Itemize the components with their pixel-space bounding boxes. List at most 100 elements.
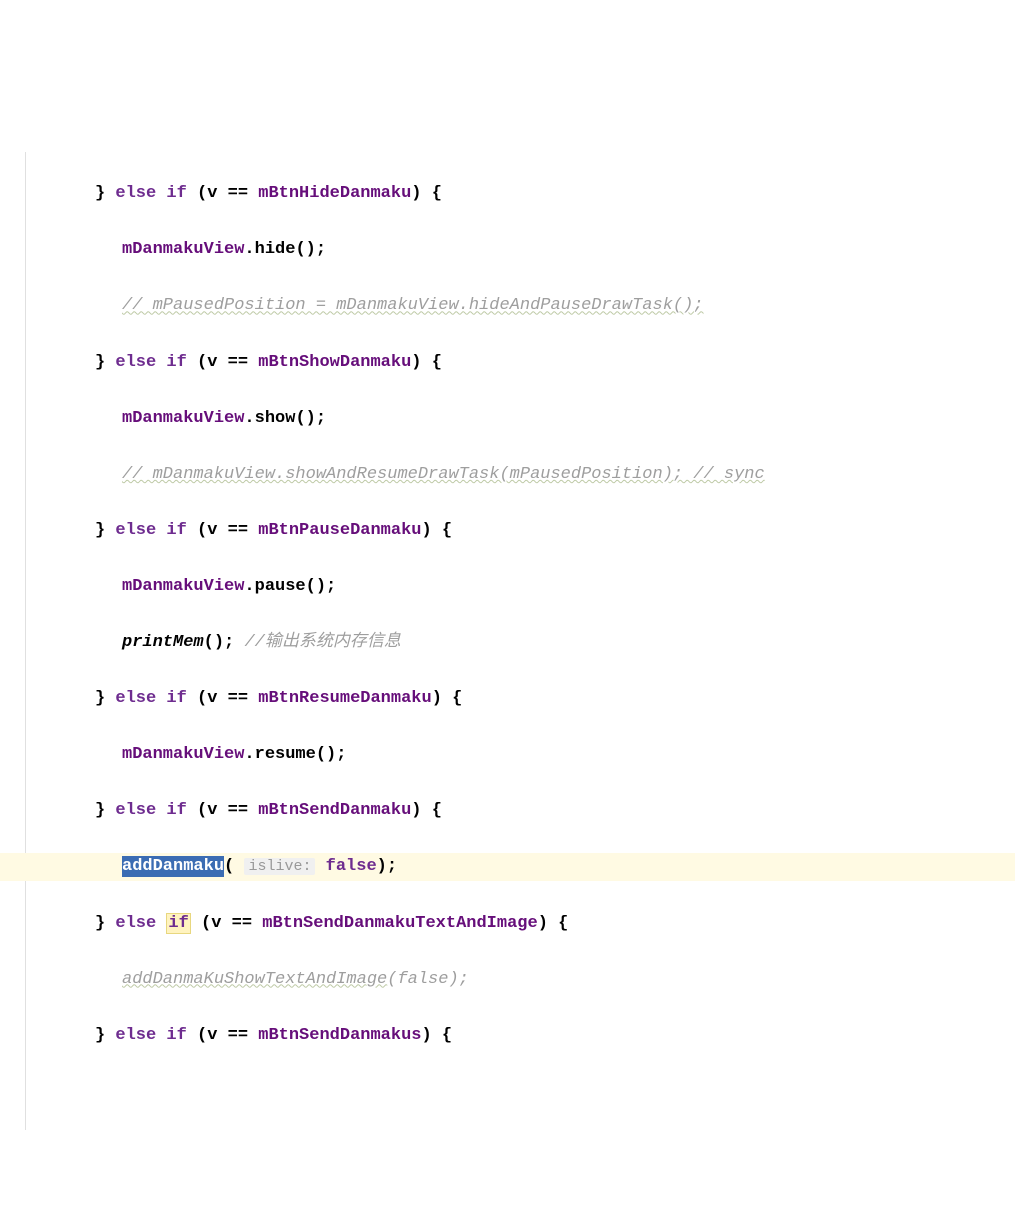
method-pause: pause: [255, 577, 306, 596]
paren-close: ): [316, 577, 326, 596]
field-mBtnPauseDanmaku: mBtnPauseDanmaku: [258, 521, 421, 540]
dot: .: [244, 409, 254, 428]
var-v: v: [211, 914, 221, 933]
dot: .: [244, 240, 254, 259]
keyword-else: else: [115, 914, 156, 933]
code-line[interactable]: mDanmakuView.hide();: [0, 236, 1015, 264]
brace-open: {: [432, 801, 442, 820]
brace-open: {: [558, 914, 568, 933]
var-v: v: [207, 184, 217, 203]
keyword-else: else: [115, 801, 156, 820]
brace-close: }: [95, 353, 105, 372]
arg-false: false: [397, 970, 448, 989]
field-mDanmakuView: mDanmakuView: [122, 409, 244, 428]
paren-close: ): [377, 857, 387, 876]
field-mDanmakuView: mDanmakuView: [122, 240, 244, 259]
op-eq: ==: [228, 521, 248, 540]
comment: // mDanmakuView.showAndResumeDrawTask(mP…: [122, 465, 765, 484]
method-show: show: [255, 409, 296, 428]
paren-close: ): [421, 521, 431, 540]
keyword-if: if: [166, 801, 186, 820]
brace-open: {: [432, 353, 442, 372]
dot: .: [244, 577, 254, 596]
code-line[interactable]: } else if (v == mBtnPauseDanmaku) {: [0, 517, 1015, 545]
semicolon: ;: [459, 970, 469, 989]
op-eq: ==: [228, 1026, 248, 1045]
keyword-if: if: [166, 1026, 186, 1045]
paren-open: (: [201, 914, 211, 933]
code-line[interactable]: } else if (v == mBtnSendDanmaku) {: [0, 797, 1015, 825]
op-eq: ==: [228, 689, 248, 708]
code-line[interactable]: // mPausedPosition = mDanmakuView.hideAn…: [0, 292, 1015, 320]
brace-close: }: [95, 801, 105, 820]
field-mDanmakuView: mDanmakuView: [122, 745, 244, 764]
semicolon: ;: [387, 857, 397, 876]
code-line-highlighted[interactable]: addDanmaku( islive: false);: [0, 853, 1015, 881]
paren-open: (: [224, 857, 234, 876]
var-v: v: [207, 1026, 217, 1045]
var-v: v: [207, 689, 217, 708]
field-mBtnSendDanmaku: mBtnSendDanmaku: [258, 801, 411, 820]
method-hide: hide: [255, 240, 296, 259]
paren-close: ): [411, 353, 421, 372]
field-mBtnSendDanmakuTextAndImage: mBtnSendDanmakuTextAndImage: [262, 914, 537, 933]
paren-close: ): [306, 409, 316, 428]
semicolon: ;: [336, 745, 346, 764]
paren-open: (: [306, 577, 316, 596]
literal-false: false: [326, 857, 377, 876]
brace-close: }: [95, 689, 105, 708]
code-line[interactable]: mDanmakuView.pause();: [0, 573, 1015, 601]
code-line[interactable]: addDanmaKuShowTextAndImage(false);: [0, 966, 1015, 994]
code-line[interactable]: mDanmakuView.show();: [0, 405, 1015, 433]
dot: .: [244, 745, 254, 764]
method-resume: resume: [255, 745, 316, 764]
param-hint: islive:: [244, 858, 315, 875]
keyword-else: else: [115, 184, 156, 203]
brace-open: {: [442, 521, 452, 540]
var-v: v: [207, 521, 217, 540]
brace-close: }: [95, 184, 105, 203]
keyword-else: else: [115, 521, 156, 540]
paren-close: ): [326, 745, 336, 764]
op-eq: ==: [228, 184, 248, 203]
paren-open: (: [197, 1026, 207, 1045]
code-line[interactable]: } else if (v == mBtnShowDanmaku) {: [0, 349, 1015, 377]
code-line[interactable]: } else if (v == mBtnResumeDanmaku) {: [0, 685, 1015, 713]
paren-open: (: [197, 184, 207, 203]
code-line[interactable]: } else if (v == mBtnSendDanmakus) {: [0, 1022, 1015, 1050]
brace-open: {: [452, 689, 462, 708]
field-mBtnShowDanmaku: mBtnShowDanmaku: [258, 353, 411, 372]
code-line[interactable]: printMem(); //输出系统内存信息: [0, 629, 1015, 657]
var-v: v: [207, 801, 217, 820]
code-line[interactable]: } else if (v == mBtnHideDanmaku) {: [0, 180, 1015, 208]
semicolon: ;: [316, 240, 326, 259]
op-eq: ==: [232, 914, 252, 933]
keyword-if: if: [166, 353, 186, 372]
code-editor[interactable]: } else if (v == mBtnHideDanmaku) { mDanm…: [0, 112, 1015, 1090]
paren-open: (: [197, 801, 207, 820]
paren-close: ): [411, 801, 421, 820]
paren-open: (: [387, 970, 397, 989]
paren-open: (: [197, 521, 207, 540]
brace-close: }: [95, 521, 105, 540]
paren-open: (: [197, 689, 207, 708]
keyword-if: if: [166, 521, 186, 540]
code-line[interactable]: // mDanmakuView.showAndResumeDrawTask(mP…: [0, 461, 1015, 489]
brace-close: }: [95, 1026, 105, 1045]
keyword-else: else: [115, 353, 156, 372]
brace-open: {: [442, 1026, 452, 1045]
selected-text[interactable]: addDanmaku: [122, 856, 224, 877]
paren-open: (: [295, 240, 305, 259]
brace-close: }: [95, 914, 105, 933]
paren-close: ): [306, 240, 316, 259]
code-line[interactable]: mDanmakuView.resume();: [0, 741, 1015, 769]
field-mBtnResumeDanmaku: mBtnResumeDanmaku: [258, 689, 431, 708]
paren-close: ): [448, 970, 458, 989]
semicolon: ;: [316, 409, 326, 428]
code-line[interactable]: } else if (v == mBtnSendDanmakuTextAndIm…: [0, 910, 1015, 938]
op-eq: ==: [228, 801, 248, 820]
field-mBtnHideDanmaku: mBtnHideDanmaku: [258, 184, 411, 203]
paren-open: (: [197, 353, 207, 372]
keyword-else: else: [115, 1026, 156, 1045]
paren-close: ): [411, 184, 421, 203]
